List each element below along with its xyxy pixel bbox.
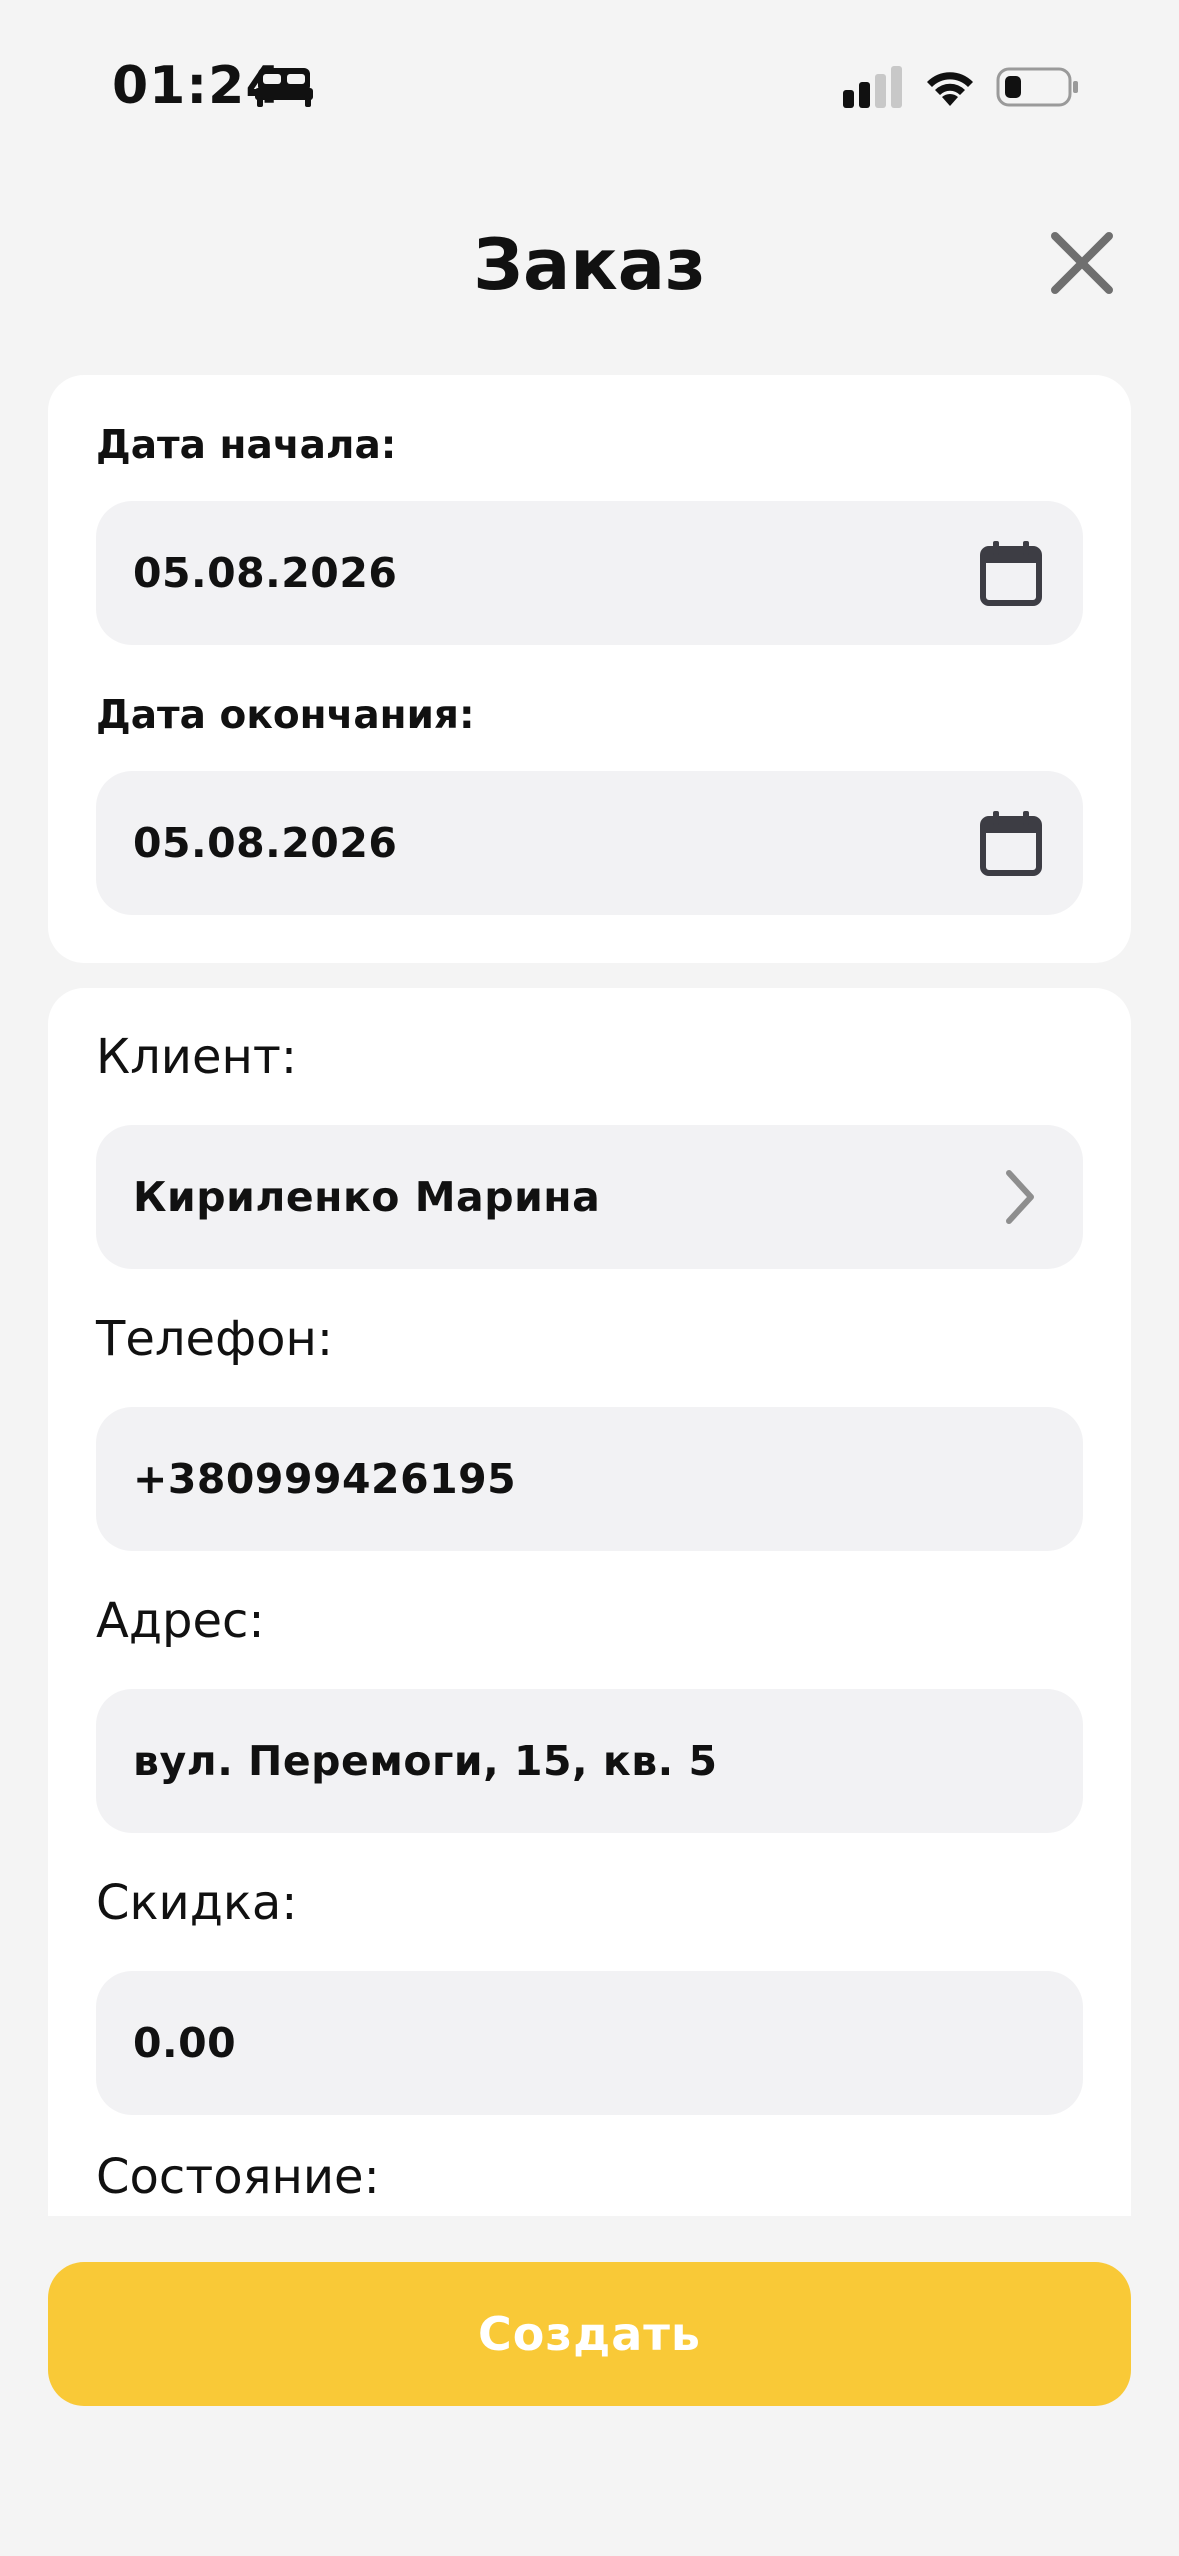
phone-label: Телефон: [96, 1311, 334, 1367]
start-date-value: 05.08.2026 [133, 549, 398, 597]
calendar-icon[interactable] [979, 809, 1043, 877]
end-date-label: Дата окончания: [96, 693, 475, 738]
page-title: Заказ [473, 224, 706, 306]
create-button-label: Создать [477, 2307, 702, 2361]
client-select[interactable]: Кириленко Марина [96, 1125, 1083, 1269]
client-card: Клиент: Кириленко Марина Телефон: +38099… [48, 988, 1131, 2216]
wifi-icon [927, 72, 973, 106]
signal-icon [843, 66, 902, 108]
address-value: вул. Перемоги, 15, кв. 5 [133, 1737, 718, 1785]
phone-field[interactable]: +380999426195 [96, 1407, 1083, 1551]
client-label: Клиент: [96, 1029, 297, 1085]
battery-icon [996, 67, 1078, 107]
close-button[interactable] [1045, 226, 1119, 300]
status-bar: 01:24 [0, 0, 1179, 170]
calendar-icon[interactable] [979, 539, 1043, 607]
client-value: Кириленко Марина [133, 1173, 601, 1221]
phone-value: +380999426195 [133, 1455, 517, 1503]
discount-field[interactable]: 0.00 [96, 1971, 1083, 2115]
chevron-right-icon [1006, 1170, 1034, 1224]
bed-icon [255, 68, 313, 107]
end-date-field[interactable]: 05.08.2026 [96, 771, 1083, 915]
dates-card: Дата начала: 05.08.2026 Дата окончания: … [48, 375, 1131, 963]
discount-label: Скидка: [96, 1875, 298, 1931]
end-date-value: 05.08.2026 [133, 819, 398, 867]
state-label: Состояние: [96, 2149, 380, 2205]
create-button[interactable]: Создать [48, 2262, 1131, 2406]
address-label: Адрес: [96, 1593, 265, 1649]
start-date-field[interactable]: 05.08.2026 [96, 501, 1083, 645]
close-icon [1051, 232, 1113, 294]
discount-value: 0.00 [133, 2019, 237, 2067]
address-field[interactable]: вул. Перемоги, 15, кв. 5 [96, 1689, 1083, 1833]
start-date-label: Дата начала: [96, 423, 397, 468]
